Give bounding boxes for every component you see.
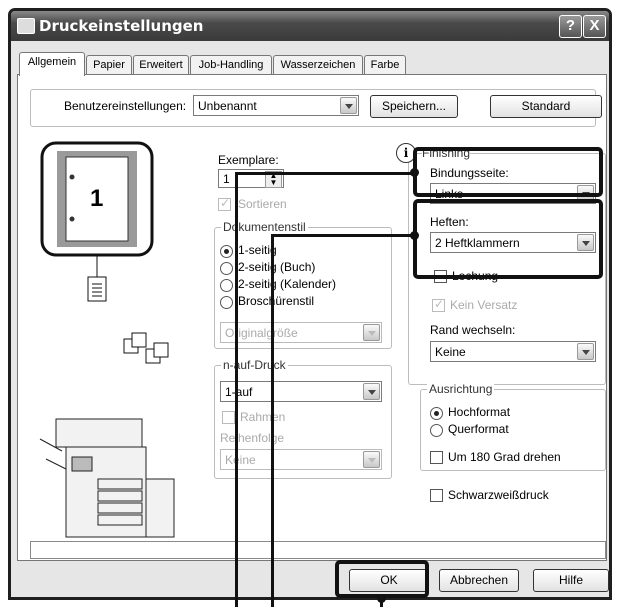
bw-print-checkbox[interactable]	[430, 489, 443, 502]
copies-label: Exemplare:	[218, 153, 279, 167]
collate-checkbox[interactable]	[218, 196, 231, 211]
help-footer-button[interactable]: Hilfe	[533, 569, 609, 592]
save-button[interactable]: Speichern...	[370, 95, 458, 118]
tab-papier[interactable]: Papier	[86, 55, 132, 75]
help-button[interactable]: ?	[559, 15, 582, 38]
style-radio-2[interactable]	[220, 262, 233, 275]
margin-shift-label: Rand wechseln:	[430, 323, 516, 337]
border-checkbox[interactable]	[222, 411, 235, 424]
no-offset-label: Kein Versatz	[450, 298, 518, 312]
margin-shift-select[interactable]: Keine	[430, 341, 596, 362]
callout-line-ok	[380, 598, 383, 607]
rotate-checkbox[interactable]	[430, 451, 443, 464]
staple-highlight-box	[413, 199, 603, 279]
chevron-down-icon	[577, 343, 594, 360]
n-up-select[interactable]: 1-auf	[220, 381, 382, 402]
cancel-button[interactable]: Abbrechen	[439, 569, 519, 592]
n-up-title: n-auf-Druck	[221, 358, 288, 372]
preview-page-number: 1	[90, 185, 104, 212]
style-radio-1[interactable]	[220, 245, 233, 258]
border-label: Rahmen	[240, 410, 286, 424]
close-button[interactable]: X	[583, 15, 606, 38]
chevron-down-icon	[340, 97, 357, 114]
copies-value: 1	[223, 172, 230, 186]
binding-highlight-box	[413, 147, 603, 197]
tab-erweitert[interactable]: Erweitert	[133, 55, 189, 75]
callout-line-staple-v	[271, 234, 274, 607]
portrait-radio[interactable]	[430, 407, 443, 420]
order-value: Keine	[225, 453, 256, 467]
preview-area: 1	[32, 139, 192, 559]
window-title: Druckeinstellungen	[39, 17, 204, 35]
callout-line-binding-h	[236, 172, 414, 175]
n-up-value: 1-auf	[225, 385, 253, 399]
bw-print-label: Schwarzweißdruck	[448, 488, 549, 502]
tab-farbe[interactable]: Farbe	[364, 55, 406, 75]
order-label: Reihenfolge	[220, 431, 285, 445]
chevron-down-icon	[363, 324, 380, 341]
style-radio-3[interactable]	[220, 279, 233, 292]
rotate-label: Um 180 Grad drehen	[448, 450, 561, 464]
ok-highlight-box	[335, 560, 429, 598]
document-style-title: Dokumentenstil	[221, 220, 308, 234]
callout-line-binding-v	[235, 172, 238, 607]
orientation-title: Ausrichtung	[427, 382, 495, 396]
tab-allgemein[interactable]: Allgemein	[19, 52, 85, 76]
preview-illustration	[39, 141, 175, 538]
style-label-2: 2-seitig (Buch)	[238, 260, 316, 274]
print-settings-dialog: Druckeinstellungen ? X Allgemein Papier …	[8, 8, 612, 600]
style-label-3: 2-seitig (Kalender)	[238, 277, 337, 291]
status-field	[30, 541, 606, 559]
landscape-label: Querformat	[448, 422, 509, 436]
landscape-radio[interactable]	[430, 424, 443, 437]
portrait-label: Hochformat	[448, 405, 511, 419]
callout-line-staple-h	[272, 234, 414, 237]
chevron-down-icon	[363, 451, 380, 468]
user-settings-select[interactable]: Unbenannt	[193, 95, 359, 116]
no-offset-checkbox[interactable]	[432, 297, 445, 312]
title-bar: Druckeinstellungen ? X	[11, 11, 609, 41]
style-label-4: Broschürenstil	[238, 294, 315, 308]
default-button[interactable]: Standard	[490, 95, 602, 118]
original-size-select[interactable]: Originalgröße	[220, 322, 382, 343]
order-select[interactable]: Keine	[220, 449, 382, 470]
style-radio-4[interactable]	[220, 296, 233, 309]
tab-wasserzeichen[interactable]: Wasserzeichen	[273, 55, 363, 75]
printer-icon	[17, 18, 35, 34]
margin-shift-value: Keine	[435, 345, 466, 359]
user-settings-label: Benutzereinstellungen:	[64, 99, 187, 113]
tab-job-handling[interactable]: Job-Handling	[190, 55, 272, 75]
collate-label: Sortieren	[238, 197, 287, 211]
user-settings-value: Unbenannt	[198, 99, 257, 113]
chevron-down-icon	[363, 383, 380, 400]
